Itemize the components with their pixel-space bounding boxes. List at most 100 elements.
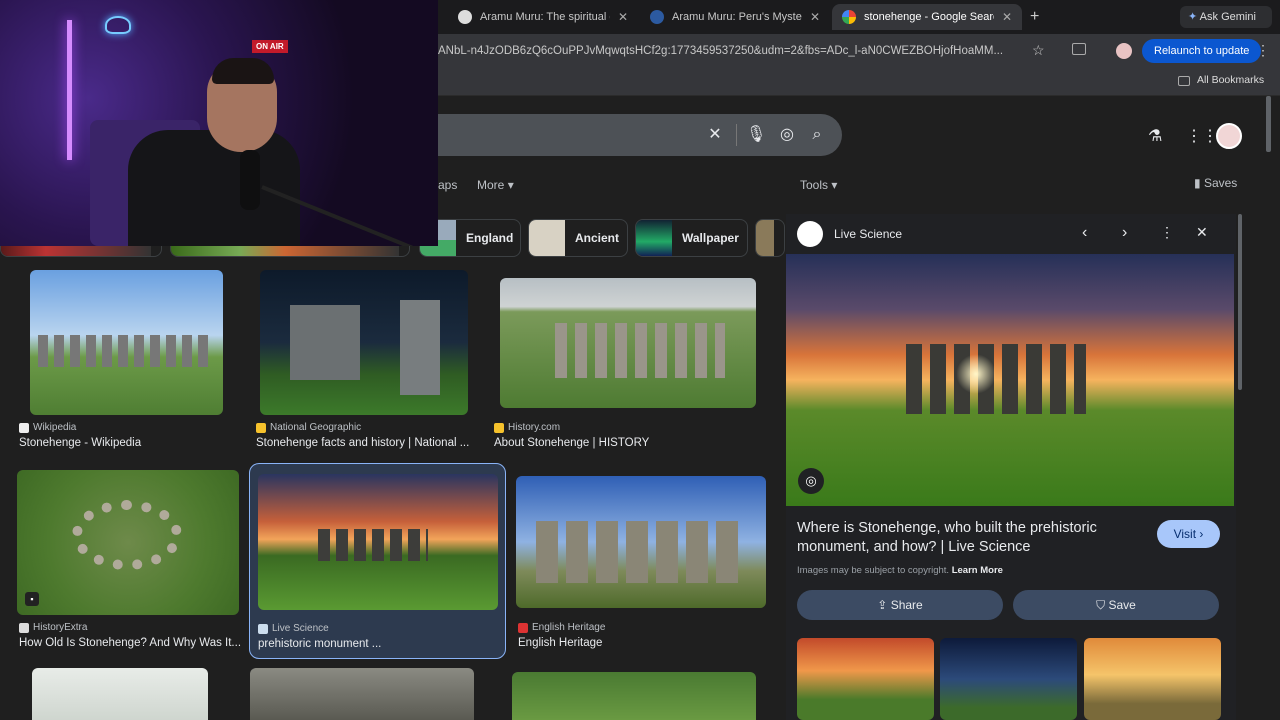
stone-graphic [290, 305, 360, 380]
save-button[interactable]: ⛉ Save [1013, 590, 1219, 620]
relaunch-to-update-button[interactable]: Relaunch to update [1142, 39, 1262, 63]
tools-button[interactable]: Tools ▾ [800, 178, 837, 192]
camera-lens-icon[interactable]: ◎ [778, 126, 796, 144]
related-image[interactable] [1084, 638, 1221, 720]
cast-icon[interactable] [1072, 43, 1086, 55]
related-image[interactable] [940, 638, 1077, 720]
preview-image[interactable]: ◎ [786, 254, 1234, 506]
source-label: Live Science [272, 623, 329, 634]
result-image[interactable]: ▪ [17, 470, 239, 615]
page-scrollbar[interactable] [1266, 96, 1271, 152]
menu-kebab-icon[interactable]: ⋮ [1256, 42, 1270, 59]
chip-label: Ancient [575, 231, 620, 245]
sun-graphic [956, 354, 996, 394]
result-title[interactable]: About Stonehenge | HISTORY [494, 437, 764, 449]
result-history-com[interactable]: History.com About Stonehenge | HISTORY [490, 270, 766, 460]
address-bar[interactable]: ANbL-n4JzODB6zQ6cOuPPJvMqwqtsHCf2g:17734… [420, 38, 1060, 64]
profile-avatar[interactable] [1116, 43, 1132, 59]
stones-graphic [906, 344, 1086, 414]
stone-graphic [400, 300, 440, 395]
previous-icon[interactable]: ‹ [1082, 224, 1087, 242]
visit-button[interactable]: Visit › [1157, 520, 1220, 548]
lens-search-icon[interactable]: ◎ [798, 468, 824, 494]
filter-more[interactable]: More ▾ [477, 178, 514, 192]
result-title[interactable]: Stonehenge facts and history | National … [256, 437, 474, 449]
new-tab-icon[interactable]: + [1030, 8, 1039, 26]
panel-scrollbar[interactable] [1238, 214, 1242, 390]
chevron-down-icon: ▾ [507, 178, 514, 192]
result-title[interactable]: prehistoric monument ... [258, 638, 498, 650]
copyright-text: Images may be subject to copyright. [797, 565, 950, 576]
share-button[interactable]: ⇪ Share [797, 590, 1003, 620]
tab-aramu-muru-peru[interactable]: Aramu Muru: Peru's Mysterio ✕ [640, 4, 830, 30]
chevron-down-icon: ▾ [831, 178, 838, 192]
result-title[interactable]: How Old Is Stonehenge? And Why Was It... [19, 637, 241, 649]
result-image-partial[interactable] [32, 668, 208, 720]
ask-gemini-label: Ask Gemini [1199, 11, 1256, 23]
chip-label: England [466, 231, 514, 245]
clear-search-icon[interactable]: ✕ [706, 126, 724, 144]
gemini-spark-icon: ✦ [1188, 11, 1198, 23]
close-tab-icon[interactable]: ✕ [810, 10, 820, 24]
apps-grid-icon[interactable]: ⋮⋮ [1186, 126, 1218, 146]
result-source: Wikipedia [19, 422, 76, 433]
result-source: English Heritage [518, 622, 605, 633]
share-icon: ⇪ [877, 598, 888, 612]
panel-title[interactable]: Where is Stonehenge, who built the prehi… [797, 519, 1147, 557]
saves-button[interactable]: ▮ Saves [1194, 176, 1237, 190]
result-source: National Geographic [256, 422, 361, 433]
result-image-partial[interactable] [250, 668, 474, 720]
result-image[interactable] [260, 270, 468, 415]
bookmark-icon: ⛉ [1096, 598, 1106, 612]
result-english-heritage[interactable]: English Heritage English Heritage [512, 470, 768, 660]
result-national-geographic[interactable]: National Geographic Stonehenge facts and… [252, 270, 474, 460]
bookmark-star-icon[interactable]: ☆ [1032, 42, 1045, 59]
close-tab-icon[interactable]: ✕ [1002, 10, 1012, 24]
result-image[interactable] [258, 474, 498, 610]
close-tab-icon[interactable]: ✕ [618, 10, 628, 24]
result-title[interactable]: Stonehenge - Wikipedia [19, 437, 234, 449]
result-source: HistoryExtra [19, 622, 87, 633]
chip-partial-3[interactable] [755, 219, 785, 257]
chip-ancient[interactable]: Ancient [528, 219, 628, 257]
stones-graphic [536, 521, 741, 583]
microphone-graphic [240, 150, 260, 210]
labs-flask-icon[interactable]: ⚗ [1148, 126, 1162, 146]
result-historyextra[interactable]: ▪ HistoryExtra How Old Is Stonehenge? An… [15, 470, 241, 660]
result-image-partial[interactable] [512, 672, 756, 720]
result-image[interactable] [30, 270, 223, 415]
stones-graphic [38, 335, 213, 367]
webcam-overlay: ON AIR [0, 0, 438, 246]
tab-label: stonehenge - Google Search [864, 11, 994, 23]
related-image[interactable] [797, 638, 934, 720]
source-label: National Geographic [270, 422, 362, 433]
chip-wallpaper[interactable]: Wallpaper [635, 219, 748, 257]
result-title[interactable]: English Heritage [518, 637, 758, 649]
result-image[interactable] [516, 476, 766, 608]
close-icon[interactable]: ✕ [1196, 224, 1208, 241]
tab-aramu-muru-spiritual[interactable]: Aramu Muru: The spiritual do ✕ [448, 4, 638, 30]
chip-label: Wallpaper [682, 231, 739, 245]
tab-stonehenge-search[interactable]: stonehenge - Google Search ✕ [832, 4, 1022, 30]
account-avatar[interactable] [1216, 123, 1242, 149]
result-live-science-selected[interactable]: Live Science prehistoric monument ... [249, 463, 506, 659]
ask-gemini-button[interactable]: ✦ Ask Gemini [1180, 6, 1272, 28]
stone-circle-graphic [72, 500, 182, 570]
search-icon[interactable]: ⌕ [808, 126, 826, 144]
image-preview-panel: Live Science ‹ › ⋮ ✕ ◎ Where is Stonehen… [786, 214, 1236, 720]
next-icon[interactable]: › [1122, 224, 1127, 242]
result-image[interactable] [500, 278, 756, 408]
all-bookmarks-link[interactable]: All Bookmarks [1197, 74, 1264, 86]
filter-maps[interactable]: aps [438, 178, 457, 192]
microphone-icon[interactable]: 🎙 [746, 126, 766, 144]
panel-source[interactable]: Live Science [834, 227, 902, 241]
tab-label: Aramu Muru: Peru's Mysterio [672, 11, 802, 23]
site-favicon-icon [458, 10, 472, 24]
source-label: English Heritage [532, 622, 606, 633]
search-input[interactable]: ✕ 🎙 ◎ ⌕ [400, 114, 842, 156]
more-options-icon[interactable]: ⋮ [1160, 224, 1174, 241]
result-wikipedia[interactable]: Wikipedia Stonehenge - Wikipedia [15, 270, 237, 460]
neon-light-bar [67, 20, 72, 160]
learn-more-link[interactable]: Learn More [952, 565, 1003, 576]
source-label: HistoryExtra [33, 622, 88, 633]
